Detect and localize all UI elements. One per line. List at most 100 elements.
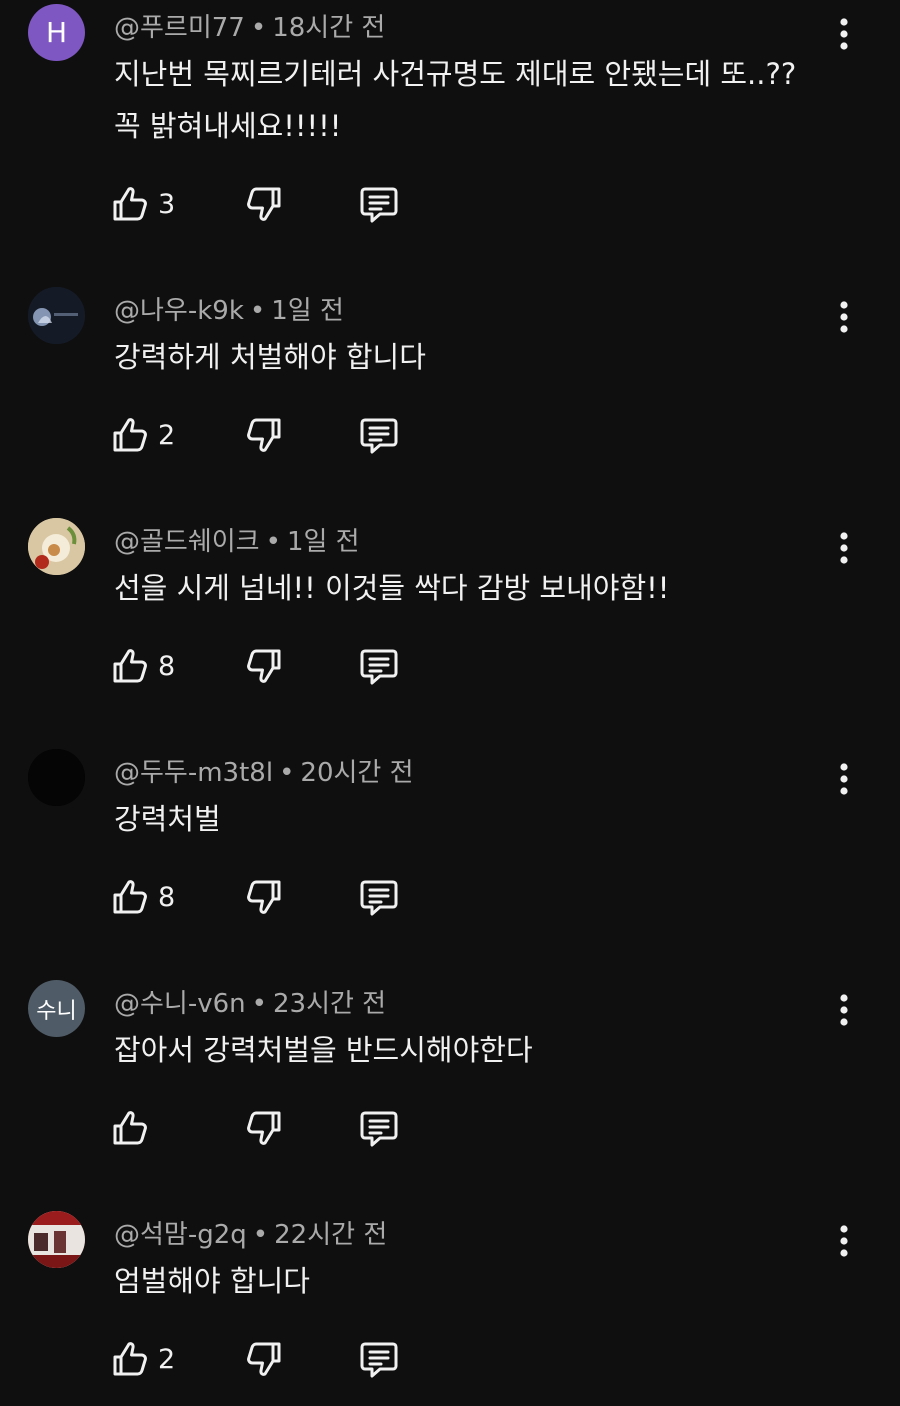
reply-button[interactable] [358, 643, 400, 689]
comment-author[interactable]: @나우-k9k [114, 296, 244, 326]
thumb-down-icon [247, 649, 281, 683]
meta-separator: • [252, 1220, 269, 1250]
dislike-button[interactable] [242, 874, 284, 920]
comment-time[interactable]: 1일 전 [287, 527, 360, 557]
like-count: 3 [158, 188, 176, 220]
reply-button[interactable] [358, 181, 400, 227]
more-actions-button[interactable] [826, 759, 862, 799]
like-button[interactable]: 2 [110, 1336, 175, 1382]
more-vert-icon [840, 18, 848, 50]
reply-comment-icon [360, 880, 398, 916]
more-vert-icon [840, 301, 848, 333]
comment-text: 잡아서 강력처벌을 반드시해야한다 [114, 1024, 533, 1076]
comment-line: 강력하게 처벌해야 합니다 [114, 340, 426, 374]
thumb-up-icon [113, 1342, 147, 1376]
like-button[interactable] [110, 1105, 158, 1151]
avatar[interactable]: 수니 [28, 980, 85, 1037]
meta-separator: • [250, 13, 267, 43]
more-actions-button[interactable] [826, 528, 862, 568]
avatar[interactable]: H [28, 4, 85, 61]
comment-author[interactable]: @석맘-g2q [114, 1220, 247, 1250]
avatar[interactable] [28, 287, 85, 344]
comment-text: 엄벌해야 합니다 [114, 1255, 310, 1307]
meta-separator: • [265, 527, 281, 557]
comment-meta: @골드쉐이크 • 1일 전 [114, 525, 360, 559]
reply-button[interactable] [358, 412, 400, 458]
avatar[interactable] [28, 749, 85, 806]
more-vert-icon [840, 994, 848, 1026]
thumb-down-icon [247, 1111, 281, 1145]
like-button[interactable]: 8 [110, 643, 175, 689]
thumb-up-icon [113, 418, 147, 452]
comment-time[interactable]: 22시간 전 [274, 1220, 387, 1250]
dislike-button[interactable] [242, 643, 284, 689]
comment-meta: @두두-m3t8l • 20시간 전 [114, 756, 414, 790]
comment-text: 강력처벌 [114, 793, 221, 845]
more-vert-icon [840, 1225, 848, 1257]
more-actions-button[interactable] [826, 14, 862, 54]
meta-separator: • [279, 758, 295, 788]
comment-line: 선을 시게 넘네!! 이것들 싹다 감방 보내야함!! [114, 571, 670, 605]
comment-author[interactable]: @골드쉐이크 [114, 527, 260, 557]
more-vert-icon [840, 763, 848, 795]
like-button[interactable]: 8 [110, 874, 175, 920]
comment-text: 지난번 목찌르기테러 사건규명도 제대로 안됐는데 또..?? 꼭 밝혀내세요!… [114, 48, 796, 152]
avatar-image [28, 287, 85, 344]
comment-author[interactable]: @수니-v6n [114, 989, 246, 1019]
like-count: 2 [158, 419, 176, 451]
avatar-initials: 수니 [36, 998, 77, 1024]
dislike-button[interactable] [242, 1336, 284, 1382]
comment-line: 지난번 목찌르기테러 사건규명도 제대로 안됐는데 또..?? [114, 57, 797, 91]
thumb-down-icon [247, 187, 281, 221]
comment-meta: @나우-k9k • 1일 전 [114, 294, 344, 328]
avatar-image [28, 749, 85, 806]
comment-time[interactable]: 23시간 전 [273, 989, 386, 1019]
comment-author[interactable]: @두두-m3t8l [114, 758, 273, 788]
thumb-down-icon [247, 418, 281, 452]
reply-comment-icon [360, 649, 398, 685]
reply-button[interactable] [358, 874, 400, 920]
avatar-image [28, 518, 85, 575]
meta-separator: • [249, 296, 266, 326]
thumb-down-icon [247, 880, 281, 914]
thumb-down-icon [247, 1342, 281, 1376]
more-vert-icon [840, 532, 848, 564]
avatar-letter: H [45, 16, 68, 49]
avatar-image [28, 1211, 85, 1268]
reply-comment-icon [360, 1342, 398, 1378]
thumb-up-icon [113, 187, 147, 221]
comment-line: 꼭 밝혀내세요!!!!! [114, 109, 342, 143]
comment-meta: @수니-v6n • 23시간 전 [114, 987, 386, 1021]
comment-author[interactable]: @푸르미77 [114, 13, 245, 43]
avatar[interactable] [28, 518, 85, 575]
comment-line: 엄벌해야 합니다 [114, 1264, 310, 1298]
dislike-button[interactable] [242, 181, 284, 227]
thumb-up-icon [113, 880, 147, 914]
dislike-button[interactable] [242, 1105, 284, 1151]
reply-button[interactable] [358, 1105, 400, 1151]
like-button[interactable]: 2 [110, 412, 175, 458]
like-button[interactable]: 3 [110, 181, 175, 227]
reply-button[interactable] [358, 1336, 400, 1382]
comment-meta: @석맘-g2q • 22시간 전 [114, 1218, 387, 1252]
thumb-up-icon [113, 649, 147, 683]
thumb-up-icon [113, 1111, 147, 1145]
comment-meta: @푸르미77 • 18시간 전 [114, 11, 385, 45]
like-count: 8 [158, 650, 176, 682]
comment-time[interactable]: 20시간 전 [300, 758, 413, 788]
comment-line: 잡아서 강력처벌을 반드시해야한다 [114, 1033, 533, 1067]
dislike-button[interactable] [242, 412, 284, 458]
comment-time[interactable]: 18시간 전 [272, 13, 385, 43]
comment-text: 강력하게 처벌해야 합니다 [114, 331, 426, 383]
comment-text: 선을 시게 넘네!! 이것들 싹다 감방 보내야함!! [114, 562, 669, 614]
more-actions-button[interactable] [826, 990, 862, 1030]
avatar[interactable] [28, 1211, 85, 1268]
more-actions-button[interactable] [826, 297, 862, 337]
reply-comment-icon [360, 418, 398, 454]
reply-comment-icon [360, 1111, 398, 1147]
comment-time[interactable]: 1일 전 [271, 296, 344, 326]
reply-comment-icon [360, 187, 398, 223]
like-count: 8 [158, 881, 176, 913]
meta-separator: • [251, 989, 267, 1019]
more-actions-button[interactable] [826, 1221, 862, 1261]
